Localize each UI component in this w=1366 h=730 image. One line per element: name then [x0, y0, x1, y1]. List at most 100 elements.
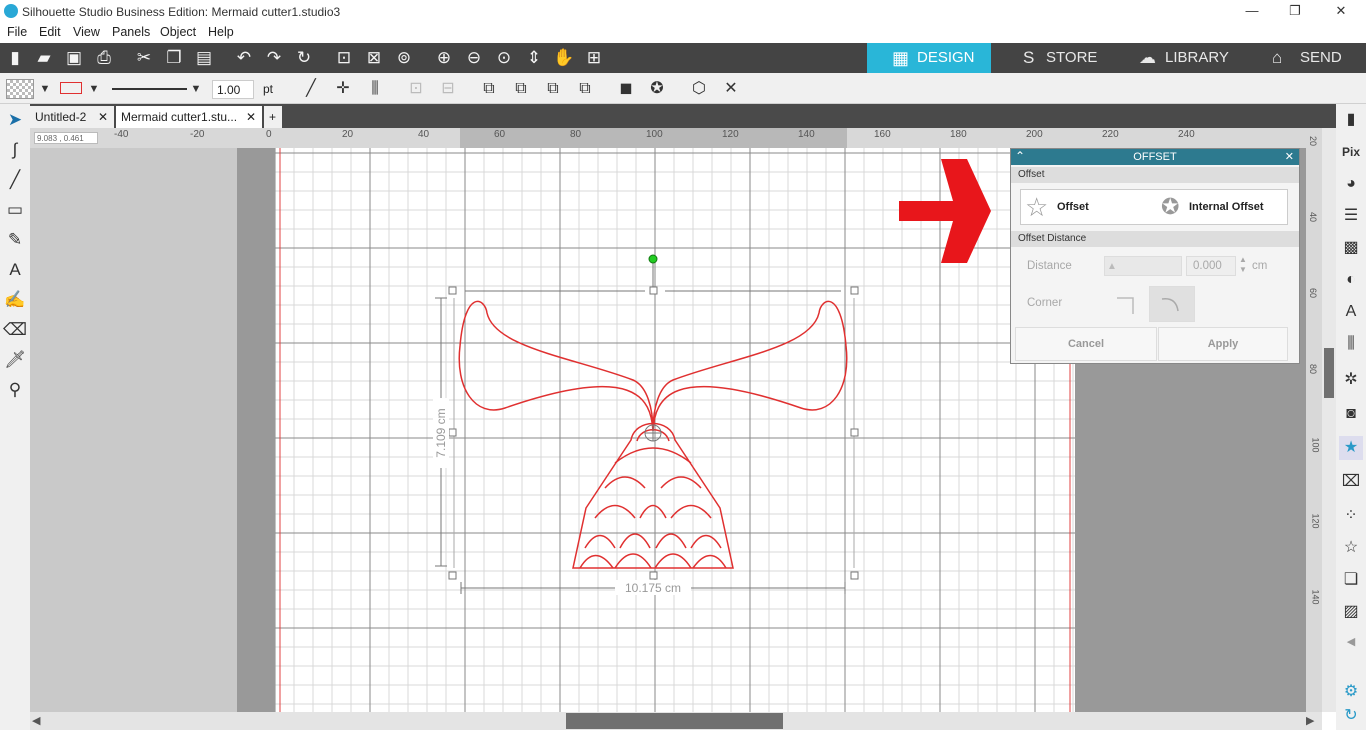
menu-view[interactable]: View	[73, 25, 100, 39]
chevron-down-icon[interactable]: ▼	[185, 78, 207, 100]
eraser-tool-icon[interactable]: ⌫	[3, 318, 27, 342]
minimize-button[interactable]: —	[1241, 2, 1263, 20]
delete-icon[interactable]: ✕	[720, 78, 742, 100]
close-tab-icon[interactable]: ✕	[246, 106, 256, 128]
open-folder-icon[interactable]: ▰	[32, 47, 56, 69]
horizontal-scrollbar[interactable]: ◀ ▶	[30, 712, 1322, 730]
ungroup-icon[interactable]: ⊟	[437, 78, 459, 100]
bring-forward-icon[interactable]: ⧉	[542, 78, 564, 100]
chevron-down-icon[interactable]: ▼	[34, 78, 56, 100]
tab-send[interactable]: ⌂ SEND	[1270, 43, 1366, 73]
group-icon[interactable]: ⊡	[405, 78, 427, 100]
zoom-select-icon[interactable]: ⊙	[492, 47, 516, 69]
redraw-icon[interactable]: ↻	[292, 47, 316, 69]
transform-icon[interactable]: ✲	[1339, 368, 1363, 392]
tab-library[interactable]: ☁ LIBRARY	[1137, 43, 1247, 73]
tab-design[interactable]: ▦ DESIGN	[867, 43, 991, 73]
undo-icon[interactable]: ↶	[232, 47, 256, 69]
menu-object[interactable]: Object	[160, 25, 196, 39]
distance-slider[interactable]: ▲	[1104, 256, 1182, 276]
flip-line-icon[interactable]: ╱	[300, 78, 322, 100]
cut-icon[interactable]: ✂	[132, 47, 156, 69]
scroll-left-icon[interactable]: ◀	[32, 714, 40, 727]
edit-points-icon[interactable]: ∫	[3, 138, 27, 162]
fill-pattern-icon[interactable]: ▩	[1339, 236, 1363, 260]
text-tool-icon[interactable]: A	[3, 258, 27, 282]
trace-icon[interactable]: ⌧	[1339, 470, 1363, 494]
library-panel-icon[interactable]: ❏	[1339, 568, 1363, 592]
transparency-icon[interactable]: ◐	[1339, 268, 1363, 292]
sketch-panel-icon[interactable]: ▨	[1339, 600, 1363, 624]
corner-round-button[interactable]	[1149, 286, 1195, 322]
menu-panels[interactable]: Panels	[112, 25, 150, 39]
offset-button[interactable]: ☆ Offset	[1023, 192, 1153, 222]
fill-palette-icon[interactable]: ◕	[1339, 172, 1363, 196]
vertical-scrollbar[interactable]	[1322, 128, 1336, 712]
line-style-icon[interactable]: ☰	[1339, 204, 1363, 228]
corner-sharp-button[interactable]	[1113, 289, 1143, 319]
line-color-swatch[interactable]	[60, 82, 82, 94]
internal-offset-button[interactable]: ✪ Internal Offset	[1159, 192, 1287, 222]
vertical-scroll-thumb[interactable]	[1324, 348, 1334, 398]
pencil-tool-icon[interactable]: ✎	[3, 228, 27, 252]
bring-front-icon[interactable]: ⧉	[478, 78, 500, 100]
chevron-down-icon[interactable]: ▼	[83, 78, 105, 100]
eyedropper-tool-icon[interactable]: ⚲	[3, 378, 27, 402]
replicate-panel-icon[interactable]: ⁘	[1339, 504, 1363, 528]
offset-star-icon[interactable]: ✪	[646, 78, 668, 100]
line-style-select[interactable]	[112, 88, 187, 90]
new-tab-button[interactable]: +	[264, 106, 282, 128]
send-backward-icon[interactable]: ⧉	[574, 78, 596, 100]
move-icon[interactable]: ✛	[332, 78, 354, 100]
zoom-out-icon[interactable]: ⊖	[462, 47, 486, 69]
tab-store[interactable]: S STORE	[1021, 43, 1131, 73]
select-by-color-icon[interactable]: ⊚	[392, 47, 416, 69]
paste-icon[interactable]: ▤	[192, 47, 216, 69]
menu-help[interactable]: Help	[208, 25, 234, 39]
scroll-right-icon[interactable]: ▶	[1306, 714, 1314, 727]
menu-file[interactable]: File	[7, 25, 27, 39]
close-window-button[interactable]: ✕	[1330, 2, 1352, 20]
deselect-icon[interactable]: ⊠	[362, 47, 386, 69]
print-icon[interactable]: ⎙	[92, 47, 116, 69]
align-panel-icon[interactable]: ⫼	[1339, 332, 1363, 356]
modify-icon[interactable]: ◙	[1339, 402, 1363, 426]
weld-icon[interactable]: ◼	[615, 78, 637, 100]
knife-tool-icon[interactable]: 🗡	[3, 348, 27, 372]
replicate-icon[interactable]: ⬡	[688, 78, 710, 100]
selection-box[interactable]	[435, 258, 859, 594]
pan-move-icon[interactable]: ⇕	[522, 47, 546, 69]
fill-swatch[interactable]	[6, 79, 34, 99]
collapse-icon[interactable]: ◀	[1339, 630, 1363, 654]
collapse-panel-icon[interactable]: ⌃	[1015, 148, 1025, 164]
hand-icon[interactable]: ✋	[552, 47, 576, 69]
settings-gear-icon[interactable]: ⚙	[1339, 680, 1363, 704]
cancel-button[interactable]: Cancel	[1015, 327, 1157, 361]
line-tool-icon[interactable]: ╱	[3, 168, 27, 192]
distance-input[interactable]: 0.000	[1186, 256, 1236, 276]
text-style-icon[interactable]: A	[1339, 300, 1363, 324]
shapes-icon[interactable]: ☆	[1339, 536, 1363, 560]
page-setup-icon[interactable]: ▮	[1339, 108, 1363, 132]
close-tab-icon[interactable]: ✕	[98, 106, 108, 128]
close-panel-icon[interactable]: ✕	[1285, 149, 1294, 165]
pixscan-icon[interactable]: Pix	[1339, 140, 1363, 164]
refresh-icon[interactable]: ↻	[1339, 704, 1363, 728]
zoom-in-icon[interactable]: ⊕	[432, 47, 456, 69]
save-icon[interactable]: ▣	[62, 47, 86, 69]
maximize-button[interactable]: ❐	[1284, 2, 1306, 20]
apply-button[interactable]: Apply	[1158, 327, 1288, 361]
distance-stepper-icon[interactable]: ▲ ▼	[1239, 255, 1247, 275]
horizontal-scroll-thumb[interactable]	[566, 713, 783, 729]
send-back-icon[interactable]: ⧉	[510, 78, 532, 100]
new-file-icon[interactable]: ▮	[3, 47, 27, 69]
tab-untitled-2[interactable]: Untitled-2 ✕	[30, 106, 114, 128]
align-icon[interactable]: ⫼	[364, 78, 386, 100]
select-arrow-icon[interactable]: ➤	[3, 108, 27, 132]
copy-icon[interactable]: ❐	[162, 47, 186, 69]
sketch-tool-icon[interactable]: ✍	[3, 288, 27, 312]
redo-icon[interactable]: ↷	[262, 47, 286, 69]
tab-mermaid-cutter[interactable]: Mermaid cutter1.stu... ✕	[116, 106, 262, 128]
rectangle-tool-icon[interactable]: ▭	[3, 198, 27, 222]
select-all-icon[interactable]: ⊡	[332, 47, 356, 69]
